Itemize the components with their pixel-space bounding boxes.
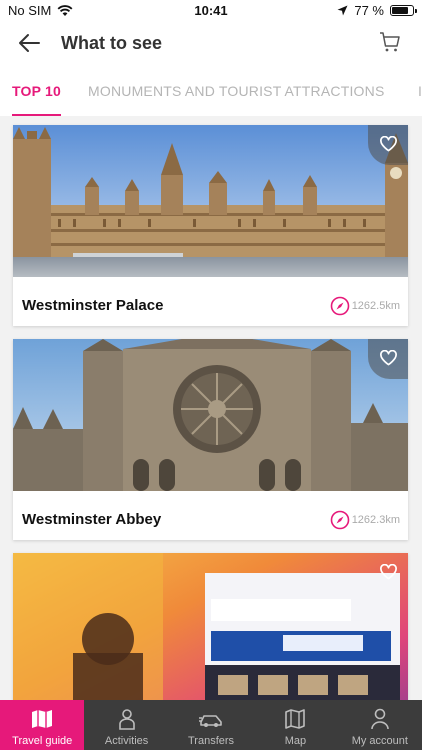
- battery-icon: [390, 5, 417, 16]
- page-title: What to see: [61, 33, 163, 53]
- compass-icon: [330, 510, 349, 530]
- nav-label: Travel guide: [12, 735, 73, 747]
- place-photo: [13, 553, 408, 700]
- favorite-button[interactable]: [368, 125, 408, 165]
- person-icon: [118, 709, 135, 730]
- car-icon: [199, 715, 222, 727]
- nav-my-account[interactable]: My account: [338, 700, 422, 750]
- favorite-button[interactable]: [368, 553, 408, 593]
- places-list[interactable]: Westminster Palace 1262.5km Westminster …: [0, 116, 422, 700]
- place-photo: [13, 339, 408, 491]
- place-photo: [13, 125, 408, 277]
- place-name: Westminster Abbey: [22, 511, 162, 528]
- cart-button[interactable]: [378, 30, 404, 56]
- heart-icon: [380, 350, 397, 366]
- bottom-nav: Travel guide Activities Transfers Map My…: [0, 700, 422, 750]
- place-distance: 1262.5km: [330, 296, 400, 316]
- app-header: What to see: [0, 22, 422, 66]
- place-card-westminster-abbey[interactable]: Westminster Abbey 1262.3km: [13, 339, 408, 540]
- nav-label: Activities: [104, 735, 149, 747]
- tab-next[interactable]: I: [418, 83, 422, 99]
- heart-icon: [380, 136, 397, 152]
- arrow-left-icon: [19, 34, 40, 52]
- place-distance: 1262.3km: [330, 510, 400, 530]
- back-button[interactable]: [16, 30, 46, 58]
- nav-activities[interactable]: Activities: [84, 700, 168, 750]
- battery-percent: 77 %: [354, 3, 384, 18]
- place-name: Westminster Palace: [22, 297, 164, 314]
- nav-map[interactable]: Map: [253, 700, 337, 750]
- category-tabs: TOP 10 MONUMENTS AND TOURIST ATTRACTIONS…: [0, 66, 422, 116]
- place-card-3[interactable]: [13, 553, 408, 700]
- cart-icon: [380, 32, 400, 52]
- location-arrow-icon: [337, 5, 348, 16]
- heart-icon: [380, 564, 397, 580]
- map-icon: [285, 709, 306, 729]
- tab-top-10[interactable]: TOP 10: [12, 83, 61, 99]
- status-bar: No SIM 10:41 77 %: [0, 0, 422, 22]
- nav-label: My account: [351, 735, 408, 747]
- tab-monuments[interactable]: MONUMENTS AND TOURIST ATTRACTIONS: [88, 83, 384, 99]
- compass-icon: [330, 296, 349, 316]
- user-icon: [371, 708, 389, 730]
- nav-transfers[interactable]: Transfers: [169, 700, 253, 750]
- nav-travel-guide[interactable]: Travel guide: [0, 700, 85, 750]
- distance-value: 1262.3km: [351, 514, 400, 526]
- map-book-icon: [32, 710, 53, 728]
- nav-label: Transfers: [187, 735, 235, 747]
- favorite-button[interactable]: [368, 339, 408, 379]
- place-card-westminster-palace[interactable]: Westminster Palace 1262.5km: [13, 125, 408, 326]
- distance-value: 1262.5km: [351, 300, 400, 312]
- nav-label: Map: [284, 735, 307, 747]
